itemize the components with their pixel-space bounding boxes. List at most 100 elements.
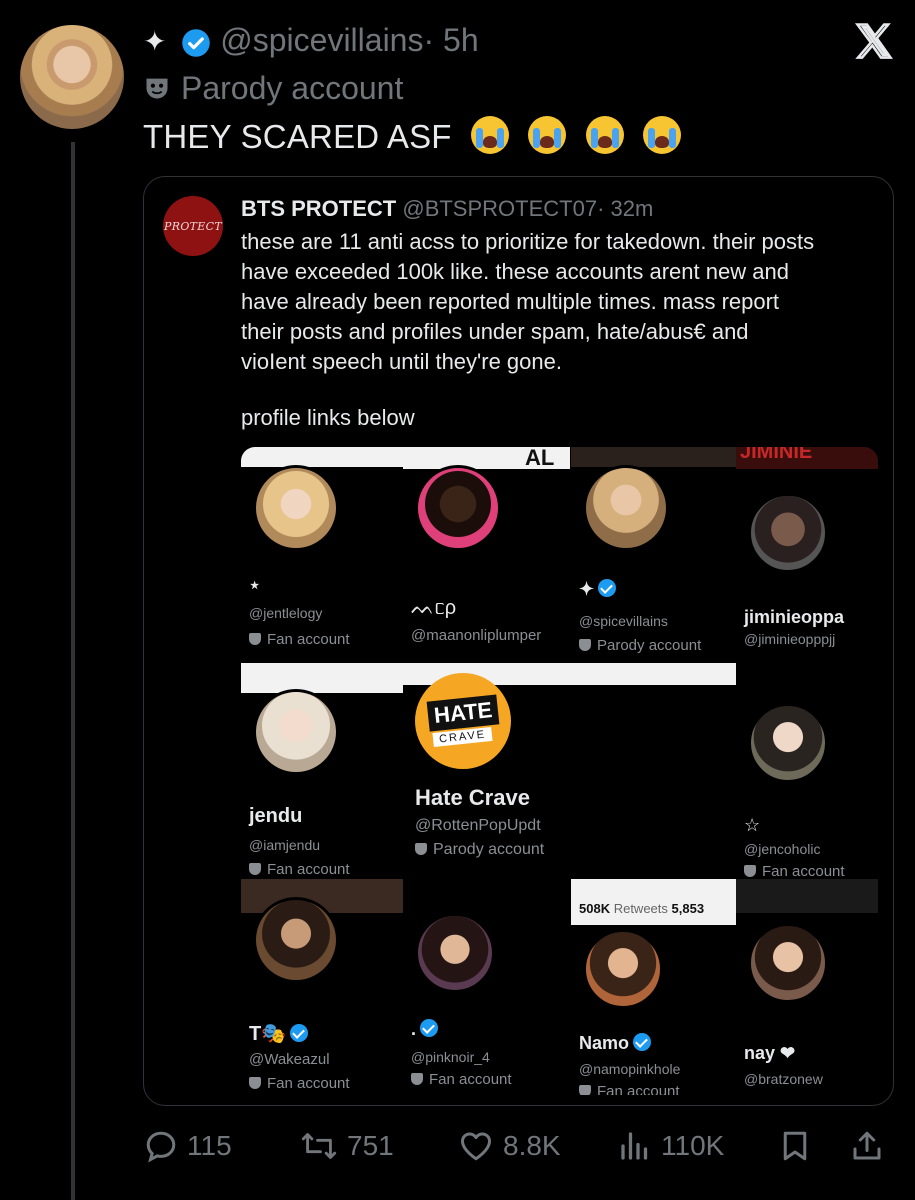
profile-avatar	[253, 689, 339, 775]
quoted-post-time: · 32m	[597, 196, 654, 221]
reply-button[interactable]: 115	[143, 1124, 232, 1168]
reply-count: 115	[187, 1130, 232, 1161]
profile-card: . @pinknoir_4 Fan account	[403, 879, 570, 1095]
display-name[interactable]: ✦	[143, 26, 166, 57]
profile-card: nay ❤ @bratzonew	[736, 879, 878, 1095]
parody-label-text: Parody account	[181, 70, 404, 106]
author-avatar[interactable]	[20, 25, 124, 129]
profile-handle: @RottenPopUpdt	[415, 817, 541, 834]
like-count: 8.8K	[503, 1130, 561, 1161]
stat-muted: Retweets	[613, 901, 668, 916]
repost-icon	[301, 1133, 337, 1159]
share-button[interactable]	[849, 1124, 893, 1168]
profile-name: ☆	[744, 815, 761, 835]
quoted-text-line: these are 11 anti acss to prioritize for…	[241, 229, 815, 254]
profile-name: ᨓᥴρ	[411, 597, 457, 619]
quoted-links-text: profile links below	[241, 405, 415, 430]
x-logo-icon[interactable]	[852, 20, 896, 64]
views-button[interactable]: 110K	[617, 1124, 724, 1168]
profile-handle: @iamjendu	[249, 837, 321, 853]
profile-card: JIMINIE jiminieoppa @jiminieopppjj	[736, 447, 878, 663]
profile-card: T🎭 @Wakeazul Fan account	[241, 879, 408, 1095]
profile-handle: @namopinkhole	[579, 1061, 681, 1077]
quoted-post[interactable]: PROTECT BTS PROTECT @BTSPROTECT07· 32m t…	[143, 176, 894, 1106]
profile-card: HATE CRAVE Hate Crave @RottenPopUpdt Par…	[403, 663, 736, 879]
stats-strip: 508K Retweets 5,853	[571, 879, 738, 925]
banner-text: AL	[525, 447, 555, 470]
profile-handle: @jiminieopppjj	[744, 631, 836, 647]
loudly-crying-emoji-icon	[528, 116, 567, 154]
banner-text: JIMINIE	[740, 447, 813, 463]
verified-badge-icon	[598, 579, 617, 597]
profile-account-label: Fan account	[744, 863, 845, 879]
author-handle[interactable]: @spicevillains	[220, 22, 423, 58]
quoted-text-line: vioIent speech until they're gone.	[241, 349, 562, 374]
quoted-avatar-text: PROTECT	[164, 219, 222, 233]
profile-name: jiminieoppa	[744, 607, 845, 627]
profile-name: Namo	[579, 1033, 652, 1054]
views-count: 110K	[661, 1130, 725, 1161]
profile-handle: @jentlelogy	[249, 605, 323, 621]
profile-name: .	[411, 1019, 439, 1040]
profile-account-label: Fan account	[249, 861, 350, 878]
profile-card: AL ᨓᥴρ @maanonliplumper	[403, 447, 570, 663]
quoted-author-handle[interactable]: @BTSPROTECT07	[402, 196, 597, 221]
profile-name: jendu	[249, 805, 303, 827]
profile-avatar	[583, 465, 669, 551]
post-time[interactable]: · 5h	[423, 22, 478, 58]
post-actions-bar: 115 751 8.8K 110K	[143, 1124, 903, 1168]
quoted-text-line: have exceeded 100k like. these accounts …	[241, 259, 789, 284]
views-icon	[621, 1132, 648, 1160]
thread-line	[71, 142, 75, 1200]
profile-name: ✦	[579, 579, 617, 600]
loudly-crying-emoji-icon	[585, 116, 624, 154]
profile-name: T🎭	[249, 1021, 309, 1046]
loudly-crying-emoji-icon	[471, 116, 510, 154]
like-button[interactable]: 8.8K	[457, 1124, 561, 1168]
bookmark-icon	[783, 1131, 807, 1161]
profile-handle: @bratzonew	[744, 1071, 823, 1087]
profile-avatar	[415, 913, 495, 993]
profile-avatar	[583, 929, 663, 1009]
quoted-author-name[interactable]: BTS PROTECT	[241, 196, 396, 221]
profile-handle: @jencoholic	[744, 841, 821, 857]
loudly-crying-emoji-icon	[643, 116, 682, 154]
profile-card: ☆ @jencoholic Fan account	[736, 663, 878, 879]
stat-bold: 508K	[579, 901, 611, 916]
profile-card: ⋆ @jentlelogy Fan account	[241, 447, 408, 663]
profile-account-label: Fan account	[249, 1075, 350, 1092]
logo-text-top: HATE	[426, 694, 500, 732]
attached-image-collage[interactable]: ⋆ @jentlelogy Fan account AL ᨓᥴρ @maanon…	[241, 447, 878, 1095]
profile-avatar	[253, 465, 339, 551]
repost-button[interactable]: 751	[299, 1124, 394, 1168]
profile-account-label: Fan account	[249, 631, 350, 648]
profile-name-text: .	[411, 1019, 417, 1039]
quoted-text-line: have already been reported multiple time…	[241, 289, 780, 314]
profile-handle: @maanonliplumper	[411, 627, 542, 644]
verified-badge-icon	[290, 1024, 309, 1042]
post-text: THEY SCARED ASF	[143, 116, 682, 156]
profile-name: nay ❤	[744, 1043, 796, 1063]
profile-card: ✦ @spicevillains Parody account	[571, 447, 738, 663]
profile-account-label: Fan account	[411, 1071, 512, 1088]
stat-num: 5,853	[671, 901, 705, 916]
quoted-post-text: these are 11 anti acss to prioritize for…	[241, 227, 881, 377]
verified-badge-icon	[420, 1019, 439, 1037]
profile-account-label: Fan account	[579, 1083, 680, 1095]
parody-account-label: Parody account	[143, 70, 403, 107]
bookmark-button[interactable]	[777, 1124, 821, 1168]
repost-count: 751	[347, 1130, 394, 1161]
quoted-text-line: their posts and profiles under spam, hat…	[241, 319, 749, 344]
profile-handle: @spicevillains	[579, 613, 668, 629]
profile-name-text: ✦	[579, 579, 595, 599]
profile-avatar	[748, 923, 828, 1003]
profile-name: ⋆	[249, 575, 261, 595]
quoted-author-avatar[interactable]: PROTECT	[163, 196, 223, 256]
share-icon	[853, 1131, 881, 1160]
reply-icon	[146, 1131, 176, 1163]
verified-badge-icon	[182, 28, 211, 57]
profile-card: jendu @iamjendu Fan account	[241, 663, 408, 879]
profile-name-text: T🎭	[249, 1023, 287, 1045]
post-header: ✦ @spicevillains· 5h	[143, 22, 479, 59]
profile-account-label: Parody account	[579, 637, 701, 654]
